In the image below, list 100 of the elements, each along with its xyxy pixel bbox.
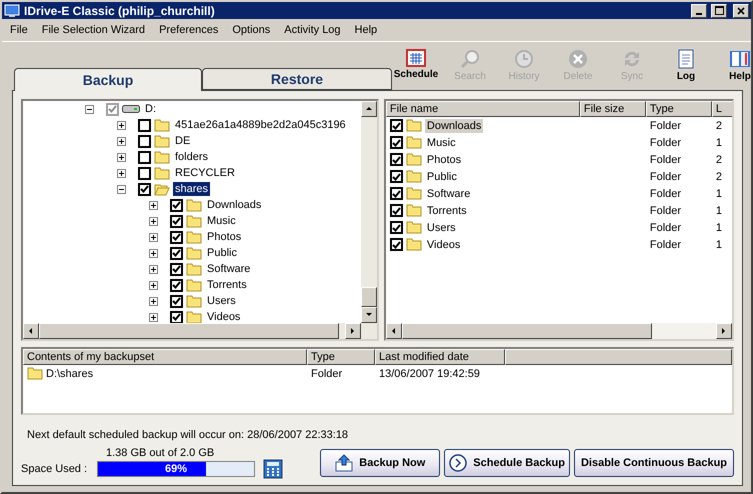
file-name[interactable]: Downloads	[424, 118, 484, 132]
file-name[interactable]: Software	[424, 186, 472, 200]
expand-icon[interactable]	[149, 232, 158, 242]
tab[interactable]: Restore	[202, 68, 392, 90]
tree-item[interactable]: 451ae26a1a4889be2d2a045c3196	[173, 118, 348, 132]
checkbox[interactable]	[170, 262, 183, 276]
expand-icon[interactable]	[149, 248, 158, 258]
expand-icon[interactable]	[149, 200, 158, 210]
menu-item[interactable]: File	[10, 24, 28, 36]
checkbox[interactable]	[170, 310, 183, 323]
menu-item[interactable]: Preferences	[159, 24, 218, 36]
expand-icon[interactable]	[149, 296, 158, 306]
checkbox[interactable]	[390, 136, 403, 149]
close-button[interactable]	[733, 4, 749, 18]
column-header[interactable]: File size	[580, 101, 646, 117]
expand-icon[interactable]	[149, 280, 158, 290]
column-header[interactable]: Contents of my backupset	[23, 349, 307, 365]
tab[interactable]: Backup	[14, 68, 202, 91]
table-cell-text: 1	[714, 204, 724, 216]
tree-item[interactable]: shares	[173, 182, 210, 196]
vertical-scrollbar[interactable]	[360, 101, 377, 323]
expand-icon[interactable]	[117, 152, 126, 162]
checkbox[interactable]	[170, 214, 183, 228]
checkbox[interactable]	[106, 102, 119, 116]
toolbar-button[interactable]: Log	[662, 49, 710, 82]
file-name[interactable]: Public	[424, 170, 459, 184]
table-cell-text: Folder	[648, 154, 682, 166]
column-header[interactable]: File name	[386, 101, 580, 117]
checkbox[interactable]	[170, 230, 183, 244]
tree-item[interactable]: Downloads	[205, 198, 264, 212]
expand-icon[interactable]	[149, 216, 158, 226]
toolbar-button[interactable]: Help	[716, 49, 751, 82]
checkbox[interactable]	[170, 278, 183, 292]
file-name[interactable]: Videos	[424, 238, 462, 252]
expand-icon[interactable]	[117, 168, 126, 178]
checkbox[interactable]	[170, 294, 183, 308]
horizontal-scrollbar[interactable]	[23, 323, 377, 339]
folder-icon	[406, 153, 422, 166]
menu-item[interactable]: Options	[232, 24, 270, 36]
expand-icon[interactable]	[149, 312, 158, 322]
close-icon	[737, 6, 745, 15]
toolbar-button[interactable]: Schedule	[392, 49, 440, 82]
column-header[interactable]: Type	[307, 349, 375, 365]
tree-item[interactable]: Photos	[205, 230, 244, 244]
tree-item[interactable]: RECYCLER	[173, 166, 237, 180]
scroll-left-icon	[27, 327, 35, 335]
action-button[interactable]: Disable Continuous Backup	[574, 449, 734, 477]
tree-item[interactable]: D:	[143, 102, 158, 116]
table-cell-text: Folder	[310, 368, 344, 380]
checkbox[interactable]	[390, 187, 403, 200]
tree-item[interactable]: Videos	[205, 310, 242, 323]
checkbox[interactable]	[138, 166, 151, 180]
folder-icon	[186, 278, 202, 292]
file-name[interactable]: Photos	[424, 152, 464, 166]
checkbox[interactable]	[390, 238, 403, 251]
checkbox[interactable]	[138, 182, 151, 196]
file-name[interactable]: Music	[424, 136, 458, 150]
tree-item[interactable]: Torrents	[205, 278, 249, 292]
file-name[interactable]: Users	[424, 220, 458, 234]
tree-item[interactable]: folders	[173, 150, 210, 164]
collapse-icon[interactable]	[85, 104, 94, 114]
checkbox[interactable]	[390, 153, 403, 166]
tree-item[interactable]: Music	[205, 214, 238, 228]
checkbox[interactable]	[390, 170, 403, 183]
menu-item[interactable]: File Selection Wizard	[42, 24, 146, 36]
column-header[interactable]: Type	[646, 101, 712, 117]
menu-item[interactable]: Help	[354, 24, 378, 36]
checkbox[interactable]	[390, 204, 403, 217]
horizontal-scrollbar[interactable]	[386, 323, 732, 339]
checkbox[interactable]	[390, 221, 403, 234]
collapse-icon[interactable]	[117, 184, 126, 194]
menu-item[interactable]: Activity Log	[284, 24, 341, 36]
checkbox[interactable]	[138, 118, 151, 132]
expand-icon[interactable]	[117, 136, 126, 146]
expand-icon[interactable]	[149, 264, 158, 274]
tree-item[interactable]: Users	[205, 294, 238, 308]
column-header[interactable]: Last modified date	[375, 349, 505, 365]
column-header[interactable]: L	[712, 101, 732, 117]
folder-icon	[406, 170, 422, 183]
folder-icon	[154, 118, 170, 132]
table-cell-text: Folder	[648, 120, 682, 132]
scroll-right-icon	[348, 327, 357, 335]
file-name[interactable]: Torrents	[424, 204, 469, 218]
scroll-thumb[interactable]	[402, 323, 652, 339]
expand-icon[interactable]	[117, 120, 126, 130]
minimize-button[interactable]	[691, 4, 707, 18]
checkbox[interactable]	[170, 246, 183, 260]
action-button[interactable]: Schedule Backup	[444, 449, 570, 477]
calculator-icon[interactable]	[263, 459, 283, 479]
tree-item[interactable]: Software	[205, 262, 252, 276]
scroll-thumb[interactable]	[360, 287, 377, 307]
tree-item[interactable]: Public	[205, 246, 239, 260]
tree-item[interactable]: DE	[173, 134, 192, 148]
checkbox[interactable]	[390, 119, 403, 132]
checkbox[interactable]	[138, 150, 151, 164]
action-button[interactable]: Backup Now	[320, 449, 440, 477]
checkbox[interactable]	[138, 134, 151, 148]
maximize-button[interactable]	[711, 4, 727, 18]
scroll-thumb[interactable]	[39, 323, 339, 339]
checkbox[interactable]	[170, 198, 183, 212]
